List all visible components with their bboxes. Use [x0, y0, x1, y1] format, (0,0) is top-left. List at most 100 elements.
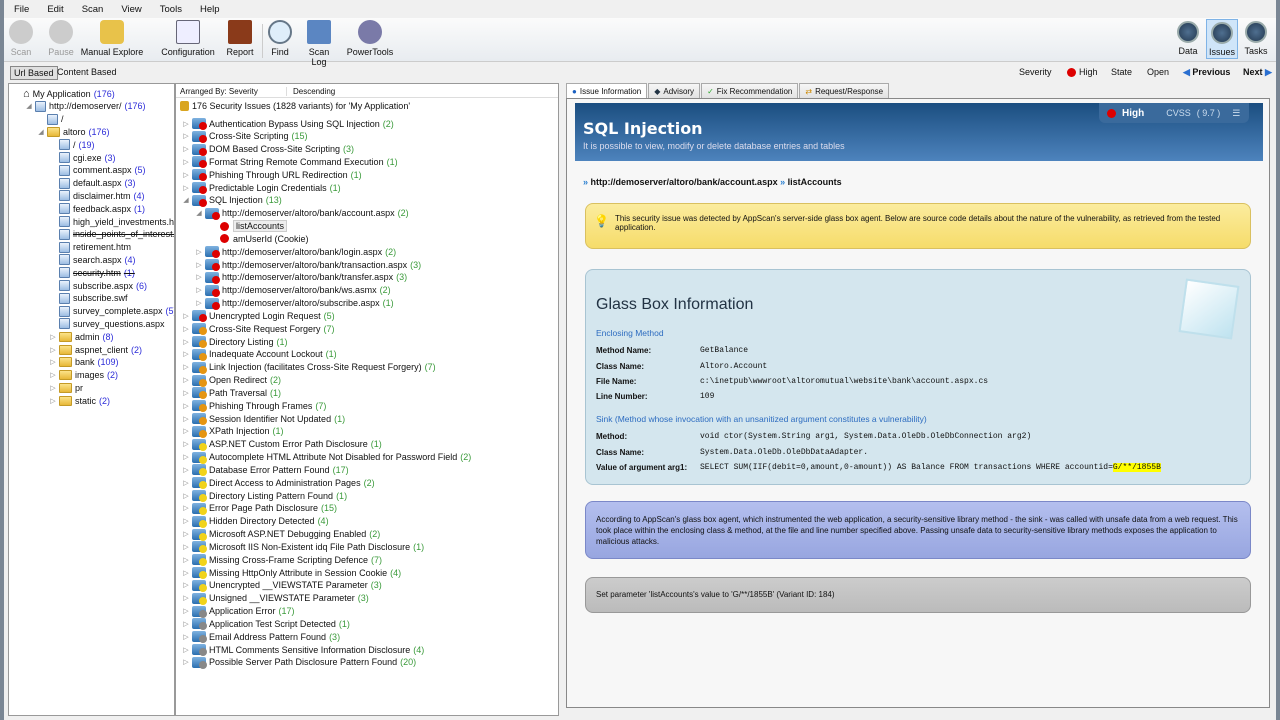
issue-item[interactable]: ▷ Unencrypted Login Request (5) — [182, 309, 335, 323]
expand-arrow-icon[interactable]: ▷ — [49, 333, 57, 341]
expand-arrow-icon[interactable]: ▷ — [182, 350, 190, 358]
expand-arrow-icon[interactable]: ▷ — [182, 402, 190, 410]
expand-arrow-icon[interactable]: ◢ — [182, 196, 190, 204]
severity-value[interactable]: High — [1064, 66, 1101, 78]
expand-arrow-icon[interactable]: ▷ — [182, 646, 190, 654]
expand-arrow-icon[interactable]: ◢ — [25, 102, 33, 110]
issue-item[interactable]: ▷ Unencrypted __VIEWSTATE Parameter (3) — [182, 579, 382, 592]
issue-item[interactable]: ▷ Format String Remote Command Execution(… — [182, 155, 398, 169]
expand-arrow-icon[interactable]: ▷ — [182, 466, 190, 474]
expand-arrow-icon[interactable]: ▷ — [49, 371, 57, 379]
expand-arrow-icon[interactable]: ▷ — [182, 543, 190, 551]
content-based-button[interactable]: Content Based — [54, 66, 120, 78]
state-value[interactable]: Open — [1144, 66, 1172, 78]
tree-item[interactable]: ◢ http://demoserver/(176) — [25, 100, 146, 113]
issue-item[interactable]: listAccounts — [220, 220, 288, 233]
issue-item[interactable]: ▷ Application Test Script Detected (1) — [182, 617, 350, 631]
issue-item[interactable]: ▷ Cross-Site Scripting (15) — [182, 130, 308, 143]
expand-arrow-icon[interactable]: ▷ — [182, 620, 190, 628]
tree-item[interactable]: retirement.htm — [49, 241, 131, 254]
tree-item[interactable]: feedback.aspx (1) — [49, 202, 145, 215]
expand-arrow-icon[interactable]: ▷ — [182, 376, 190, 384]
tab-advisory[interactable]: ◆ Advisory — [648, 83, 701, 98]
tree-item[interactable]: cgi.exe (3) — [49, 151, 116, 164]
tree-item[interactable]: ▷ admin (8) — [49, 330, 114, 343]
issue-item[interactable]: ▷ Inadequate Account Lockout (1) — [182, 348, 337, 361]
issue-item[interactable]: ▷ Email Address Pattern Found (3) — [182, 630, 340, 644]
expand-arrow-icon[interactable]: ▷ — [182, 581, 190, 589]
tree-item[interactable]: ▷ images (2) — [49, 369, 118, 382]
tree-item[interactable]: / (19) — [49, 138, 95, 151]
menu-scan[interactable]: Scan — [72, 2, 112, 18]
expand-arrow-icon[interactable]: ▷ — [182, 415, 190, 423]
configuration-button[interactable]: Configuration — [160, 20, 216, 57]
powertools-button[interactable]: PowerTools — [346, 20, 394, 57]
tree-item[interactable]: search.aspx (4) — [49, 253, 136, 266]
tree-item[interactable]: default.aspx (3) — [49, 177, 136, 190]
issue-item[interactable]: ▷ Application Error (17) — [182, 605, 295, 618]
issue-item[interactable]: ▷ Directory Listing (1) — [182, 335, 288, 349]
tree-item[interactable]: subscribe.aspx (6) — [49, 279, 147, 292]
issue-item[interactable]: ▷ Database Error Pattern Found (17) — [182, 463, 349, 477]
expand-arrow-icon[interactable]: ▷ — [49, 384, 57, 392]
expand-arrow-icon[interactable]: ▷ — [182, 120, 190, 128]
expand-arrow-icon[interactable]: ▷ — [182, 325, 190, 333]
menu-icon[interactable]: ☰ — [1232, 108, 1240, 119]
tasks-view-button[interactable]: Tasks — [1240, 19, 1272, 59]
expand-arrow-icon[interactable]: ▷ — [182, 453, 190, 461]
expand-arrow-icon[interactable]: ▷ — [182, 389, 190, 397]
expand-arrow-icon[interactable]: ▷ — [182, 633, 190, 641]
expand-arrow-icon[interactable]: ▷ — [49, 397, 57, 405]
issue-item[interactable]: ▷ Phishing Through Frames (7) — [182, 399, 326, 413]
tree-item[interactable]: ⌂ My Application (176) — [13, 87, 115, 100]
expand-arrow-icon[interactable]: ▷ — [49, 358, 57, 366]
pause-button[interactable]: Pause — [46, 20, 76, 57]
severity-filter[interactable]: Severity — [1016, 66, 1055, 78]
issue-item[interactable]: ▷ Microsoft ASP.NET Debugging Enabled (2) — [182, 528, 380, 541]
expand-arrow-icon[interactable]: ▷ — [182, 184, 190, 192]
expand-arrow-icon[interactable]: ▷ — [182, 312, 190, 320]
issue-item[interactable]: ▷ Cross-Site Request Forgery (7) — [182, 322, 335, 336]
arranged-by-column[interactable]: Arranged By: Severity — [180, 87, 258, 96]
expand-arrow-icon[interactable]: ▷ — [182, 569, 190, 577]
issue-item[interactable]: ▷ Session Identifier Not Updated (1) — [182, 412, 345, 426]
issue-item[interactable]: ▷ http://demoserver/altoro/bank/transacti… — [195, 258, 421, 272]
expand-arrow-icon[interactable]: ▷ — [195, 261, 203, 269]
issue-item[interactable]: ▷ Predictable Login Credentials (1) — [182, 181, 341, 195]
tree-item[interactable]: inside_points_of_interest.htm — [49, 228, 174, 241]
issue-item[interactable]: ▷ ASP.NET Custom Error Path Disclosure (1) — [182, 438, 382, 451]
tree-item[interactable]: ▷ aspnet_client (2) — [49, 343, 142, 356]
menu-tools[interactable]: Tools — [150, 2, 190, 18]
expand-arrow-icon[interactable]: ▷ — [182, 132, 190, 140]
scan-button[interactable]: Scan — [8, 20, 34, 57]
expand-arrow-icon[interactable]: ▷ — [182, 171, 190, 179]
menu-edit[interactable]: Edit — [37, 2, 71, 18]
issue-item[interactable]: ▷ Microsoft IIS Non-Existent idq File Pat… — [182, 540, 424, 554]
tree-item[interactable]: disclaimer.htm (4) — [49, 189, 145, 202]
issue-item[interactable]: ▷ http://demoserver/altoro/subscribe.aspx… — [195, 297, 394, 310]
expand-arrow-icon[interactable]: ▷ — [182, 338, 190, 346]
tree-item[interactable]: ▷ static (2) — [49, 394, 110, 407]
issue-item[interactable]: ▷ Unsigned __VIEWSTATE Parameter (3) — [182, 592, 369, 605]
issue-item[interactable]: ▷ Authentication Bypass Using SQL Injecti… — [182, 117, 394, 130]
issue-item[interactable]: ▷ Missing HttpOnly Attribute in Session C… — [182, 566, 401, 580]
tree-item[interactable]: ◢ altoro (176) — [37, 125, 110, 138]
expand-arrow-icon[interactable]: ▷ — [182, 504, 190, 512]
issue-item[interactable]: ▷ Error Page Path Disclosure (15) — [182, 502, 337, 515]
expand-arrow-icon[interactable]: ▷ — [49, 346, 57, 354]
tree-item[interactable]: high_yield_investments.htm — [49, 215, 174, 228]
issue-item[interactable]: ▷ Autocomplete HTML Attribute Not Disable… — [182, 451, 471, 464]
expand-arrow-icon[interactable]: ▷ — [182, 658, 190, 666]
expand-arrow-icon[interactable]: ▷ — [182, 440, 190, 448]
menu-view[interactable]: View — [111, 2, 149, 18]
expand-arrow-icon[interactable]: ▷ — [195, 286, 203, 294]
issue-item[interactable]: ▷ Direct Access to Administration Pages (2… — [182, 476, 375, 490]
issue-item[interactable]: ▷ HTML Comments Sensitive Information Dis… — [182, 643, 424, 657]
tree-item[interactable]: subscribe.swf — [49, 292, 128, 305]
expand-arrow-icon[interactable]: ◢ — [195, 209, 203, 217]
issue-item[interactable]: ◢ http://demoserver/altoro/bank/account.a… — [195, 207, 409, 220]
expand-arrow-icon[interactable]: ▷ — [182, 363, 190, 371]
issue-item[interactable]: ▷ http://demoserver/altoro/bank/login.asp… — [195, 245, 396, 259]
expand-arrow-icon[interactable]: ▷ — [182, 556, 190, 564]
next-button[interactable]: Next ▶ — [1240, 66, 1275, 79]
